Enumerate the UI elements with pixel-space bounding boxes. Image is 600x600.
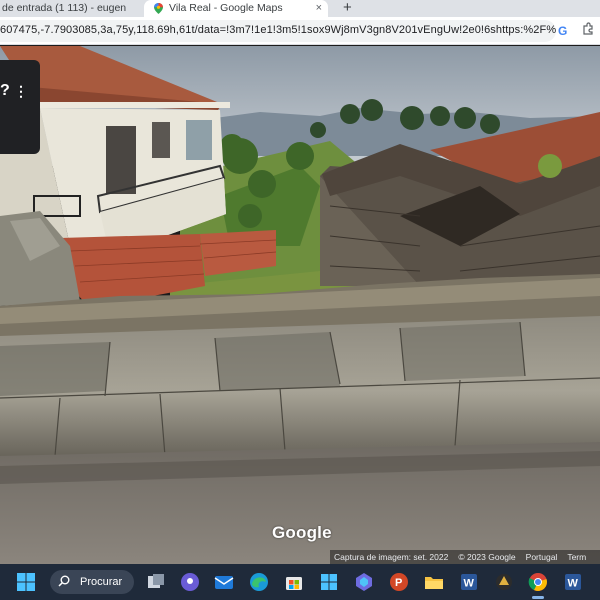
store-icon[interactable] — [282, 570, 306, 594]
search-label: Procurar — [80, 576, 123, 588]
browser-tab-strip: de entrada (1 113) - eugen Vila Real - G… — [0, 0, 600, 17]
svg-text:W: W — [464, 578, 475, 590]
image-capture-date: Captura de imagem: set. 2022 — [334, 552, 449, 562]
word-icon[interactable]: W — [457, 570, 481, 594]
google-lens-icon[interactable]: G — [558, 24, 567, 38]
street-view-panorama — [0, 46, 600, 564]
google-watermark: Google — [272, 523, 332, 542]
browser-toolbar: 607475,-7.7903085,3a,75y,118.69h,61t/dat… — [0, 17, 600, 45]
taskbar-search[interactable]: Procurar — [50, 570, 134, 594]
start-icon[interactable] — [16, 572, 36, 592]
copyright-text: © 2023 Google — [458, 552, 516, 562]
app-icon[interactable] — [492, 570, 516, 594]
copilot-icon[interactable] — [352, 570, 376, 594]
street-view-viewport[interactable]: ? ⋮ Google Captura de imagem: set. 2022 … — [0, 46, 600, 564]
more-options-icon[interactable]: ⋮ — [14, 84, 28, 98]
windows-icon[interactable] — [317, 570, 341, 594]
new-tab-button[interactable]: + — [343, 0, 352, 16]
svg-text:P: P — [395, 577, 402, 589]
file-explorer-icon[interactable] — [422, 570, 446, 594]
address-bar[interactable]: 607475,-7.7903085,3a,75y,118.69h,61t/dat… — [0, 20, 556, 42]
tab-inbox-title: de entrada (1 113) - eugen — [2, 2, 127, 14]
screen: { "browser": { "tabs": [ {"title": "de e… — [0, 0, 600, 600]
mail-icon[interactable] — [212, 570, 236, 594]
powerpoint-icon[interactable]: P — [387, 570, 411, 594]
side-panel-glyph: ? — [0, 82, 10, 99]
chrome-icon — [528, 573, 547, 591]
terms-link[interactable]: Term — [567, 552, 586, 562]
url-text: 607475,-7.7903085,3a,75y,118.69h,61t/dat… — [0, 24, 556, 36]
task-view-icon[interactable] — [144, 570, 168, 594]
chat-icon[interactable] — [178, 570, 202, 594]
tab-inbox[interactable]: de entrada (1 113) - eugen — [0, 0, 132, 17]
close-tab-icon[interactable]: × — [316, 2, 322, 15]
word-icon[interactable]: W — [561, 570, 585, 594]
edge-icon[interactable] — [247, 570, 271, 594]
extensions-icon[interactable] — [581, 22, 595, 36]
tab-google-maps-title: Vila Real - Google Maps — [169, 2, 283, 14]
google-maps-icon — [154, 3, 163, 14]
side-panel[interactable]: ? ⋮ — [0, 60, 40, 154]
taskbar: Procurar P W W — [0, 564, 600, 600]
language-link[interactable]: Portugal — [526, 552, 558, 562]
tab-google-maps[interactable]: Vila Real - Google Maps × — [144, 0, 328, 17]
chrome-taskbar-button[interactable] — [526, 570, 550, 599]
attribution-bar: Captura de imagem: set. 2022 © 2023 Goog… — [330, 550, 600, 564]
svg-text:W: W — [568, 578, 579, 590]
search-icon — [58, 575, 70, 587]
